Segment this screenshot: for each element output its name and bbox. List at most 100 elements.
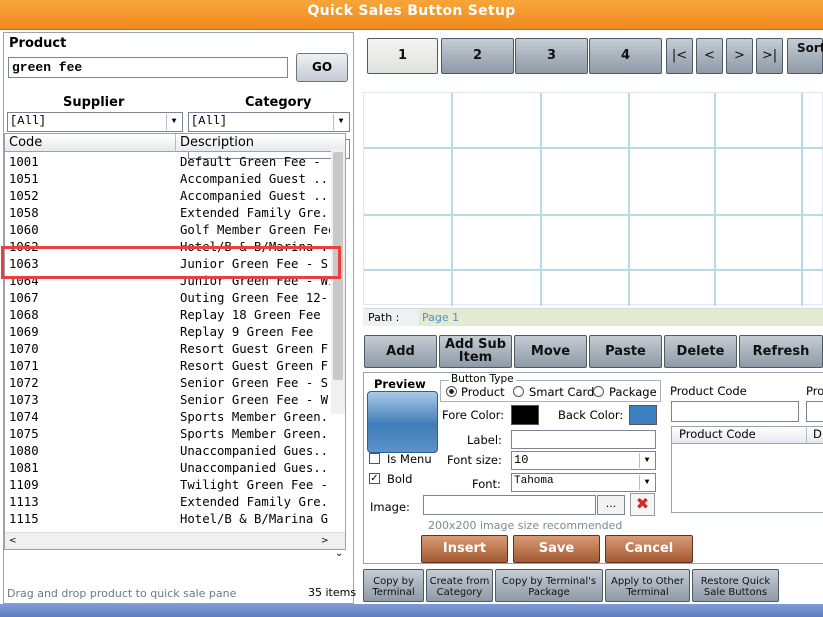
- row-description: Sports Member Green...: [180, 410, 330, 424]
- next-page-button[interactable]: >: [726, 38, 753, 74]
- go-button[interactable]: GO: [296, 53, 348, 82]
- browse-button[interactable]: ...: [597, 495, 625, 515]
- type-smart-card-label: Smart Card: [529, 385, 595, 399]
- highlight-box: [1, 246, 341, 279]
- is-menu-label: Is Menu: [387, 452, 432, 466]
- type-package-radio[interactable]: [593, 386, 604, 397]
- back-color-swatch[interactable]: [629, 405, 657, 425]
- row-description: Resort Guest Green F...: [180, 342, 330, 356]
- product-code-grid: Product Code D: [671, 426, 823, 513]
- table-row[interactable]: 1115 Hotel/B & B/Marina Gr...: [5, 511, 331, 528]
- col-header-product-code[interactable]: Product Code: [672, 427, 807, 444]
- product-name-input[interactable]: [806, 401, 823, 422]
- add-sub-item-button[interactable]: Add Sub Item: [439, 335, 512, 368]
- create-from-category-button[interactable]: Create from Category: [426, 569, 493, 602]
- type-product-label: Product: [461, 385, 505, 399]
- refresh-button[interactable]: Refresh: [739, 335, 823, 368]
- pro-label: Pro: [806, 384, 823, 398]
- product-grid: Code Description 1001 Default Green Fee -…: [4, 133, 346, 550]
- table-row[interactable]: 1073 Senior Green Fee - W...: [5, 392, 331, 409]
- table-row[interactable]: 1068 Replay 18 Green Fee: [5, 307, 331, 324]
- clear-image-icon[interactable]: ✖: [630, 493, 655, 516]
- scroll-right-icon[interactable]: >: [321, 536, 329, 546]
- row-description: Accompanied Guest ...: [180, 172, 330, 186]
- row-description: Sports Member Green...: [180, 427, 330, 441]
- type-smart-card-radio[interactable]: [513, 386, 524, 397]
- font-size-select[interactable]: 10 ▼: [511, 451, 656, 470]
- supplier-select[interactable]: [All] ▼: [7, 112, 183, 132]
- table-row[interactable]: 1072 Senior Green Fee - S...: [5, 375, 331, 392]
- insert-button[interactable]: Insert: [421, 535, 508, 563]
- table-row[interactable]: 1060 Golf Member Green Fee: [5, 222, 331, 239]
- col-header-code[interactable]: Code: [5, 134, 176, 152]
- row-code: 1081: [9, 461, 39, 475]
- table-row[interactable]: 1058 Extended Family Gre...: [5, 205, 331, 222]
- scroll-down-icon[interactable]: ⌄: [335, 548, 343, 559]
- table-row[interactable]: 1052 Accompanied Guest ...: [5, 188, 331, 205]
- table-row[interactable]: 1075 Sports Member Green...: [5, 426, 331, 443]
- button-type-label: Button Type: [449, 373, 516, 385]
- col-header-d[interactable]: D: [807, 427, 823, 444]
- scroll-left-icon[interactable]: <: [9, 536, 17, 546]
- category-label: Category: [245, 95, 312, 110]
- table-row[interactable]: 1069 Replay 9 Green Fee: [5, 324, 331, 341]
- table-row[interactable]: 1067 Outing Green Fee 12-...: [5, 290, 331, 307]
- row-code: 1071: [9, 359, 39, 373]
- product-code-input[interactable]: [671, 401, 799, 422]
- item-count: 35 items: [308, 586, 357, 599]
- row-code: 1113: [9, 495, 39, 509]
- save-button[interactable]: Save: [513, 535, 600, 563]
- copy-by-terminal-button[interactable]: Copy by Terminal: [363, 569, 424, 602]
- page-2-button[interactable]: 2: [441, 38, 514, 74]
- image-path-input[interactable]: [423, 495, 596, 515]
- row-code: 1052: [9, 189, 39, 203]
- row-code: 1075: [9, 427, 39, 441]
- horizontal-scrollbar[interactable]: < >: [5, 532, 345, 549]
- table-row[interactable]: 1113 Extended Family Gre...: [5, 494, 331, 511]
- last-page-button[interactable]: >|: [756, 38, 783, 74]
- table-row[interactable]: 1109 Twilight Green Fee - ...: [5, 477, 331, 494]
- fore-color-swatch[interactable]: [511, 405, 539, 425]
- bold-checkbox[interactable]: ✓: [369, 473, 380, 484]
- table-row[interactable]: 1070 Resort Guest Green F...: [5, 341, 331, 358]
- page-4-button[interactable]: 4: [589, 38, 662, 74]
- prev-page-button[interactable]: <: [696, 38, 723, 74]
- type-product-radio[interactable]: [446, 386, 457, 397]
- is-menu-checkbox[interactable]: [369, 453, 380, 464]
- supplier-label: Supplier: [63, 95, 125, 110]
- apply-to-other-terminal-button[interactable]: Apply to Other Terminal: [605, 569, 690, 602]
- page-1-button[interactable]: 1: [367, 38, 438, 74]
- row-code: 1115: [9, 512, 39, 526]
- table-row[interactable]: 1071 Resort Guest Green F...: [5, 358, 331, 375]
- font-label: Font:: [472, 477, 501, 491]
- row-code: 1074: [9, 410, 39, 424]
- back-color-label: Back Color:: [558, 408, 624, 422]
- delete-button[interactable]: Delete: [664, 335, 737, 368]
- row-description: Hotel/B & B/Marina Gr...: [180, 512, 330, 526]
- category-select[interactable]: [All] ▼: [188, 112, 350, 132]
- row-description: Twilight Green Fee - ...: [180, 478, 330, 492]
- bold-label: Bold: [387, 472, 413, 486]
- first-page-button[interactable]: |<: [666, 38, 693, 74]
- copy-by-terminal-package-button[interactable]: Copy by Terminal's Package: [495, 569, 603, 602]
- row-description: Resort Guest Green F...: [180, 359, 330, 373]
- col-header-description[interactable]: Description: [176, 134, 345, 152]
- row-description: Accompanied Guest ...: [180, 189, 330, 203]
- page-3-button[interactable]: 3: [515, 38, 588, 74]
- table-row[interactable]: 1080 Unaccompanied Gues...: [5, 443, 331, 460]
- sort-button[interactable]: Sort: [787, 38, 823, 74]
- table-row[interactable]: 1051 Accompanied Guest ...: [5, 171, 331, 188]
- add-button[interactable]: Add: [364, 335, 437, 368]
- label-input[interactable]: [511, 430, 656, 449]
- table-row[interactable]: 1081 Unaccompanied Gues...: [5, 460, 331, 477]
- cancel-button[interactable]: Cancel: [605, 535, 693, 563]
- move-button[interactable]: Move: [514, 335, 587, 368]
- font-select[interactable]: Tahoma ▼: [511, 473, 656, 492]
- paste-button[interactable]: Paste: [589, 335, 662, 368]
- table-row[interactable]: 1074 Sports Member Green...: [5, 409, 331, 426]
- table-row[interactable]: 1001 Default Green Fee - ...: [5, 154, 331, 171]
- quick-sale-pane[interactable]: [363, 92, 823, 306]
- product-search-input[interactable]: [8, 57, 288, 78]
- row-description: Senior Green Fee - W...: [180, 393, 330, 407]
- restore-quick-sale-buttons-button[interactable]: Restore Quick Sale Buttons: [692, 569, 779, 602]
